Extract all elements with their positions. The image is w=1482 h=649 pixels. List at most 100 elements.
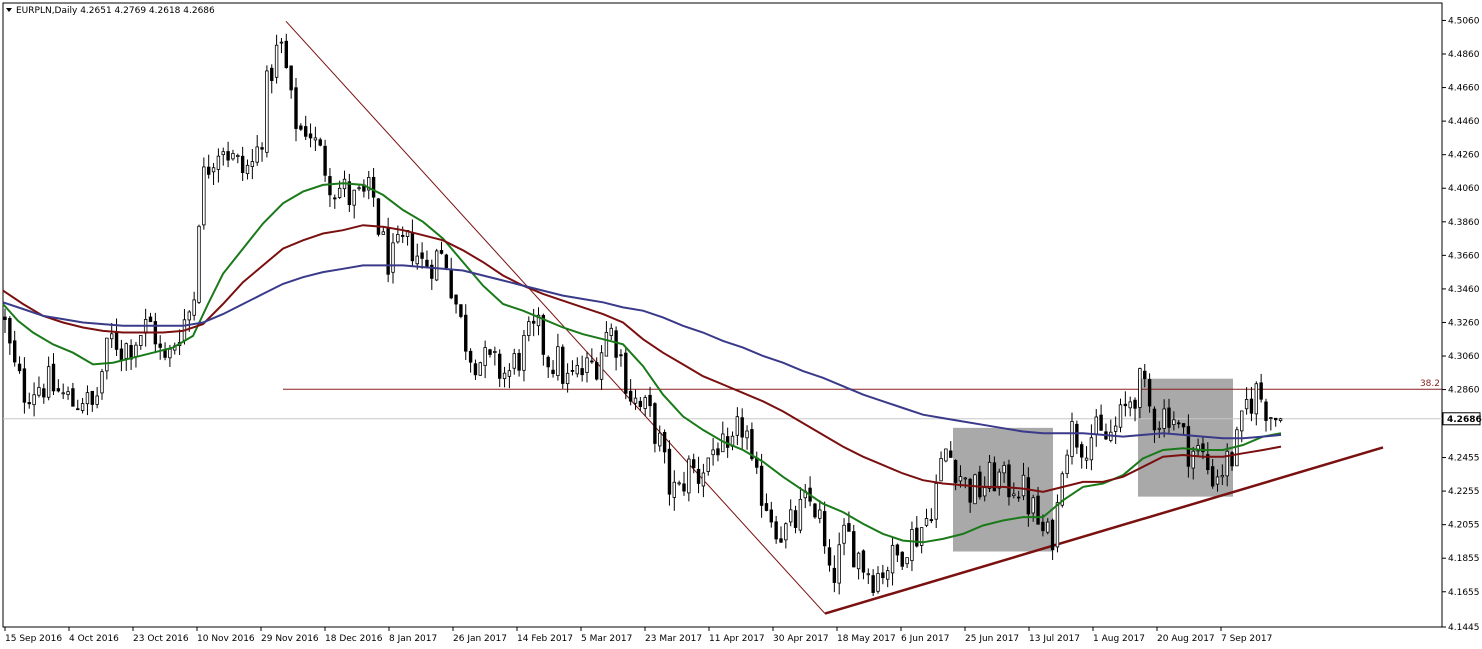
candle-body-245 xyxy=(1191,450,1195,469)
candle-body-42 xyxy=(206,166,211,175)
candle-body-230 xyxy=(1118,404,1123,428)
candle-body-219 xyxy=(1065,454,1069,474)
candle-body-41 xyxy=(202,166,206,226)
candle-body-6 xyxy=(32,394,36,406)
y-tick-label-15: 4.1855 xyxy=(1448,554,1480,564)
candle-body-213 xyxy=(1036,495,1040,525)
candle-body-143 xyxy=(696,468,701,484)
candle-body-152 xyxy=(740,417,744,438)
candle-body-168 xyxy=(818,509,822,519)
candle-body-160 xyxy=(779,538,783,543)
x-tick-label-8: 14 Feb 2017 xyxy=(517,634,573,644)
candle-body-197 xyxy=(958,476,963,482)
candle-body-215 xyxy=(1046,521,1050,533)
candle-body-38 xyxy=(187,311,191,321)
candle-body-48 xyxy=(236,154,240,157)
x-tick-label-0: 15 Sep 2016 xyxy=(5,634,62,644)
candle-body-238 xyxy=(1157,427,1161,430)
y-tick-label-1: 4.4860 xyxy=(1448,50,1480,60)
candle-body-13 xyxy=(66,391,70,395)
candle-body-107 xyxy=(522,335,526,371)
candle-body-249 xyxy=(1210,466,1215,487)
candle-body-153 xyxy=(745,430,749,439)
candle-body-28 xyxy=(139,335,143,346)
candle-body-159 xyxy=(774,521,778,540)
candle-body-174 xyxy=(847,523,851,532)
candle-body-209 xyxy=(1016,496,1021,499)
candle-body-53 xyxy=(260,147,264,150)
candle-body-18 xyxy=(90,390,94,405)
candle-body-250 xyxy=(1215,476,1220,485)
candle-body-77 xyxy=(376,198,381,235)
candle-body-229 xyxy=(1113,425,1118,432)
candle-body-225 xyxy=(1094,416,1098,436)
candle-body-19 xyxy=(95,395,99,405)
candle-body-216 xyxy=(1050,519,1055,551)
candle-body-59 xyxy=(289,65,293,91)
candle-body-129 xyxy=(628,390,633,402)
candle-body-210 xyxy=(1021,474,1026,497)
y-tick-label-5: 4.4060 xyxy=(1448,184,1480,194)
candle-body-57 xyxy=(279,41,284,44)
candle-body-111 xyxy=(541,314,546,355)
candle-body-140 xyxy=(682,483,686,492)
candle-body-125 xyxy=(609,327,613,336)
candle-body-244 xyxy=(1186,426,1191,467)
x-tick-label-2: 23 Oct 2016 xyxy=(133,634,189,644)
candle-body-233 xyxy=(1133,399,1137,409)
candle-body-255 xyxy=(1240,410,1244,432)
candle-body-11 xyxy=(56,388,61,392)
candle-body-68 xyxy=(333,197,337,200)
candle-body-16 xyxy=(80,403,85,411)
candle-body-214 xyxy=(1041,521,1045,532)
candle-body-131 xyxy=(638,400,643,408)
candle-body-220 xyxy=(1070,421,1074,457)
candle-body-161 xyxy=(784,523,788,541)
candle-body-62 xyxy=(303,126,308,137)
candle-body-9 xyxy=(46,366,51,398)
candle-body-97 xyxy=(473,363,478,376)
candle-body-261 xyxy=(1269,417,1273,419)
candle-body-258 xyxy=(1254,383,1258,415)
x-tick-label-17: 1 Aug 2017 xyxy=(1093,634,1145,644)
candle-body-134 xyxy=(653,403,657,444)
candle-body-25 xyxy=(124,343,128,359)
candle-body-14 xyxy=(71,388,75,407)
candle-body-4 xyxy=(22,368,27,403)
candle-body-49 xyxy=(240,155,245,173)
candle-body-163 xyxy=(793,510,798,528)
candle-body-71 xyxy=(347,181,352,206)
candle-body-91 xyxy=(444,254,449,269)
candle-body-118 xyxy=(575,364,579,375)
candle-body-184 xyxy=(895,544,900,556)
x-tick-label-12: 30 Apr 2017 xyxy=(773,634,829,644)
candle-body-145 xyxy=(706,457,710,472)
candle-body-181 xyxy=(881,572,885,579)
candle-body-45 xyxy=(221,151,225,156)
candle-body-55 xyxy=(270,67,274,81)
candle-body-1 xyxy=(8,318,12,344)
candle-body-79 xyxy=(386,228,390,275)
candle-body-24 xyxy=(119,348,124,361)
candle-body-221 xyxy=(1075,423,1079,448)
candle-body-76 xyxy=(371,176,376,198)
candle-body-156 xyxy=(759,465,764,506)
candle-body-203 xyxy=(987,461,992,489)
candle-body-256 xyxy=(1244,398,1249,410)
candle-body-90 xyxy=(439,250,444,254)
candle-body-126 xyxy=(614,330,618,358)
candle-body-92 xyxy=(449,268,453,299)
candle-body-85 xyxy=(415,255,419,265)
candle-body-2 xyxy=(12,340,17,363)
candle-body-169 xyxy=(822,511,827,547)
y-tick-label-9: 4.3260 xyxy=(1448,318,1480,328)
candle-body-64 xyxy=(313,137,318,141)
candle-body-127 xyxy=(619,354,623,357)
candle-body-191 xyxy=(929,519,934,522)
candle-body-259 xyxy=(1259,382,1263,400)
candle-body-241 xyxy=(1172,419,1176,426)
candle-body-187 xyxy=(910,528,914,561)
candle-body-120 xyxy=(585,357,589,373)
candle-body-115 xyxy=(561,346,565,384)
candle-body-89 xyxy=(434,250,439,281)
